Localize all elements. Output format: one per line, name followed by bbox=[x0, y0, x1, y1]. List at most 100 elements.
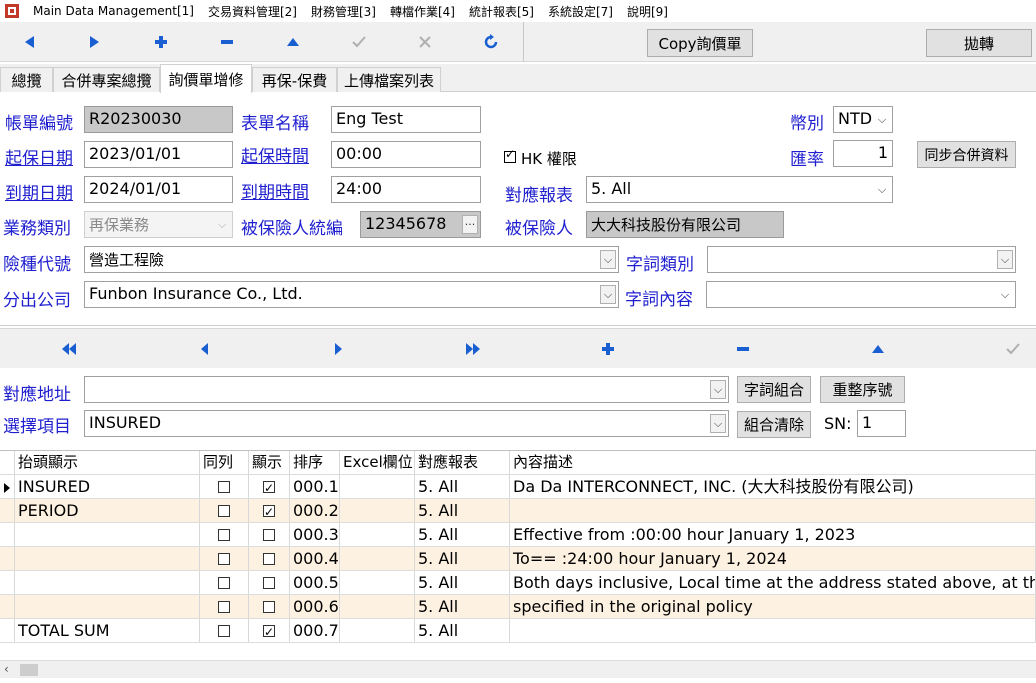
same-row-checkbox[interactable] bbox=[218, 553, 230, 565]
start-date-label[interactable]: 起保日期 bbox=[5, 144, 73, 169]
same-row-checkbox[interactable] bbox=[218, 601, 230, 613]
menu-help[interactable]: 說明[9] bbox=[620, 3, 675, 20]
form-name-input[interactable]: Eng Test bbox=[331, 106, 481, 133]
cell-report[interactable]: 5. All bbox=[415, 475, 510, 499]
cell-order[interactable]: 000.6 bbox=[290, 595, 340, 619]
cell-report[interactable]: 5. All bbox=[415, 499, 510, 523]
show-checkbox[interactable] bbox=[263, 553, 275, 565]
tab-reinsurance-premium[interactable]: 再保-保費 bbox=[252, 67, 337, 92]
scrollbar-thumb[interactable] bbox=[20, 664, 38, 676]
first-row-button[interactable] bbox=[57, 337, 81, 361]
start-time-label[interactable]: 起保時間 bbox=[241, 142, 309, 167]
cell-same-row[interactable] bbox=[200, 619, 249, 643]
cell-show[interactable] bbox=[249, 619, 290, 643]
sync-merge-button[interactable]: 同步合併資料 bbox=[917, 141, 1016, 168]
cell-same-row[interactable] bbox=[200, 499, 249, 523]
move-row-up-button[interactable] bbox=[866, 337, 890, 361]
cell-order[interactable]: 000.4 bbox=[290, 547, 340, 571]
table-row[interactable]: 000.5 5. All Both days inclusive, Local ti… bbox=[0, 571, 1036, 595]
menu-transfer[interactable]: 轉檔作業[4] bbox=[383, 3, 462, 20]
cell-order[interactable]: 000.5 bbox=[290, 571, 340, 595]
tab-upload-files[interactable]: 上傳檔案列表 bbox=[337, 67, 441, 92]
cell-order[interactable]: 000.2 bbox=[290, 499, 340, 523]
cell-order[interactable]: 000.1 bbox=[290, 475, 340, 499]
cell-report[interactable]: 5. All bbox=[415, 547, 510, 571]
column-header-order[interactable]: 排序 bbox=[290, 451, 340, 475]
cell-description[interactable]: Da Da INTERCONNECT, INC. (大大科技股份有限公司) bbox=[510, 475, 1036, 499]
show-checkbox[interactable] bbox=[263, 529, 275, 541]
same-row-checkbox[interactable] bbox=[218, 625, 230, 637]
renumber-button[interactable]: 重整序號 bbox=[820, 376, 905, 403]
previous-row-button[interactable] bbox=[192, 337, 216, 361]
cell-show[interactable] bbox=[249, 523, 290, 547]
tab-inquiry-edit[interactable]: 詢價單增修 bbox=[160, 64, 252, 93]
cell-order[interactable]: 000.3 bbox=[290, 523, 340, 547]
cell-excel[interactable] bbox=[340, 619, 415, 643]
column-header-same-row[interactable]: 同列 bbox=[200, 451, 249, 475]
cell-report[interactable]: 5. All bbox=[415, 595, 510, 619]
cell-report[interactable]: 5. All bbox=[415, 619, 510, 643]
add-row-button[interactable] bbox=[596, 337, 620, 361]
table-row[interactable]: TOTAL SUM 000.7 5. All bbox=[0, 619, 1036, 643]
clear-combination-button[interactable]: 組合清除 bbox=[737, 411, 811, 438]
column-header-title[interactable]: 抬頭顯示 bbox=[15, 451, 200, 475]
cell-order[interactable]: 000.7 bbox=[290, 619, 340, 643]
cell-show[interactable] bbox=[249, 571, 290, 595]
cell-show[interactable] bbox=[249, 547, 290, 571]
tab-merged-overview[interactable]: 合併專案總攬 bbox=[53, 67, 160, 92]
word-combine-button[interactable]: 字詞組合 bbox=[737, 376, 811, 403]
address-select[interactable]: ⌵ bbox=[84, 376, 729, 403]
cell-description[interactable]: Effective from :00:00 hour January 1, 20… bbox=[510, 523, 1036, 547]
tab-overview[interactable]: 總攬 bbox=[0, 67, 53, 92]
table-row[interactable]: INSURED 000.1 5. AllDa Da INTERCONNECT, IN… bbox=[0, 475, 1036, 499]
same-row-checkbox[interactable] bbox=[218, 505, 230, 517]
currency-select[interactable]: NTD ⌵ bbox=[833, 106, 893, 133]
cell-same-row[interactable] bbox=[200, 475, 249, 499]
sn-input[interactable]: 1 bbox=[857, 410, 906, 437]
same-row-checkbox[interactable] bbox=[218, 481, 230, 493]
exchange-rate-input[interactable]: 1 bbox=[833, 140, 893, 167]
menu-settings[interactable]: 系統設定[7] bbox=[541, 3, 620, 20]
cell-excel[interactable] bbox=[340, 475, 415, 499]
cell-excel[interactable] bbox=[340, 547, 415, 571]
cell-same-row[interactable] bbox=[200, 571, 249, 595]
table-row[interactable]: PERIOD 000.2 5. All bbox=[0, 499, 1036, 523]
refresh-button[interactable] bbox=[479, 30, 503, 54]
table-row[interactable]: 000.4 5. All To== :24:00 hour January 1, 2… bbox=[0, 547, 1036, 571]
show-checkbox[interactable] bbox=[263, 477, 275, 498]
menu-reports[interactable]: 統計報表[5] bbox=[462, 3, 541, 20]
cell-title[interactable] bbox=[15, 571, 200, 595]
table-row[interactable]: 000.3 5. All Effective from :00:00 hour Ja… bbox=[0, 523, 1036, 547]
end-date-label[interactable]: 到期日期 bbox=[5, 179, 73, 204]
table-row[interactable]: 000.6 5. All specified in the original pol… bbox=[0, 595, 1036, 619]
cell-description[interactable]: Both days inclusive, Local time at the a… bbox=[510, 571, 1036, 595]
cell-excel[interactable] bbox=[340, 523, 415, 547]
select-item-select[interactable]: INSURED ⌵ bbox=[84, 410, 729, 437]
previous-record-button[interactable] bbox=[17, 30, 41, 54]
menu-finance[interactable]: 財務管理[3] bbox=[304, 3, 383, 20]
menu-transaction[interactable]: 交易資料管理[2] bbox=[201, 3, 304, 20]
column-header-show[interactable]: 顯示 bbox=[249, 451, 290, 475]
cell-description[interactable] bbox=[510, 499, 1036, 523]
column-header-report[interactable]: 對應報表 bbox=[415, 451, 510, 475]
cedant-select[interactable]: Funbon Insurance Co., Ltd. ⌵ bbox=[84, 281, 619, 308]
word-type-select[interactable]: ⌵ bbox=[707, 246, 1016, 273]
confirm-button[interactable] bbox=[347, 30, 371, 54]
show-checkbox[interactable] bbox=[263, 621, 275, 642]
show-checkbox[interactable] bbox=[263, 601, 275, 613]
cell-title[interactable]: PERIOD bbox=[15, 499, 200, 523]
cancel-button[interactable] bbox=[413, 30, 437, 54]
show-checkbox[interactable] bbox=[263, 501, 275, 522]
show-checkbox[interactable] bbox=[263, 577, 275, 589]
cell-report[interactable]: 5. All bbox=[415, 523, 510, 547]
word-content-select[interactable]: ⌵ bbox=[706, 281, 1016, 308]
cell-title[interactable] bbox=[15, 595, 200, 619]
cell-title[interactable] bbox=[15, 547, 200, 571]
same-row-checkbox[interactable] bbox=[218, 529, 230, 541]
cell-same-row[interactable] bbox=[200, 595, 249, 619]
cell-show[interactable] bbox=[249, 595, 290, 619]
column-header-excel[interactable]: Excel欄位 bbox=[340, 451, 415, 475]
horizontal-scrollbar[interactable]: ‹ bbox=[0, 660, 1036, 678]
cell-description[interactable]: specified in the original policy bbox=[510, 595, 1036, 619]
end-date-input[interactable]: 2024/01/01 bbox=[84, 176, 233, 203]
